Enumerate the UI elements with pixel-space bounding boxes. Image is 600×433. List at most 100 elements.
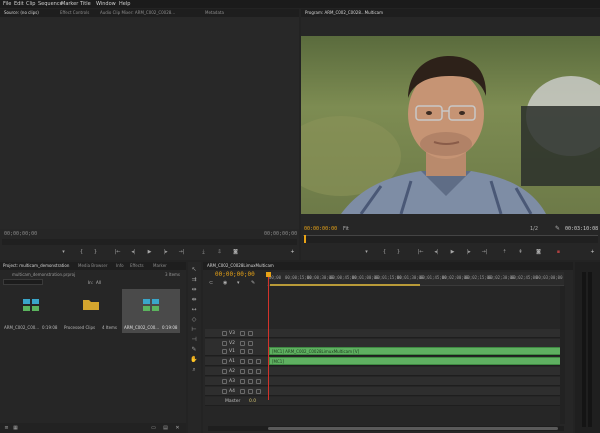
timeline-scrollbar[interactable] bbox=[208, 426, 564, 431]
work-area-bar[interactable] bbox=[270, 284, 420, 286]
prog-step-forward-icon[interactable]: |▸ bbox=[465, 249, 472, 255]
go-to-out-icon[interactable]: →| bbox=[178, 249, 185, 255]
lock-icon[interactable] bbox=[222, 359, 227, 364]
menu-file[interactable]: File bbox=[3, 1, 11, 7]
track-select-tool-icon[interactable]: ⇉ bbox=[190, 276, 198, 284]
add-button-icon[interactable]: + bbox=[289, 249, 296, 255]
timeline-timecode[interactable]: 00;00;00;00 bbox=[215, 271, 255, 278]
slip-tool-icon[interactable]: ⊢ bbox=[190, 326, 198, 334]
prog-go-in-icon[interactable]: |← bbox=[417, 249, 424, 255]
marker-icon[interactable]: ▾ bbox=[363, 249, 370, 255]
menu-help[interactable]: Help bbox=[119, 1, 130, 7]
prog-add-button-icon[interactable]: + bbox=[589, 249, 596, 255]
linked-selection-icon[interactable]: ◉ bbox=[223, 280, 227, 286]
ripple-edit-tool-icon[interactable]: ⇹ bbox=[190, 286, 198, 294]
lock-icon[interactable] bbox=[222, 369, 227, 374]
mark-in-button-icon[interactable]: { bbox=[78, 249, 85, 255]
project-item-multicam-1[interactable]: ARM_C002_C00... 0:19:08 bbox=[2, 289, 60, 333]
mute-icon[interactable] bbox=[248, 359, 253, 364]
tab-project[interactable]: Project: multicam_demonstration bbox=[3, 263, 69, 268]
sync-lock-icon[interactable] bbox=[240, 369, 245, 374]
program-video-frame[interactable] bbox=[301, 36, 600, 214]
eye-icon[interactable] bbox=[248, 349, 253, 354]
tab-info[interactable]: Info bbox=[116, 263, 124, 268]
tab-effects[interactable]: Effects bbox=[130, 263, 144, 268]
lock-icon[interactable] bbox=[222, 331, 227, 336]
step-forward-icon[interactable]: |▸ bbox=[162, 249, 169, 255]
lift-icon[interactable]: ⇡ bbox=[501, 249, 508, 255]
sync-lock-icon[interactable] bbox=[240, 349, 245, 354]
selection-tool-icon[interactable]: ↖ bbox=[190, 266, 198, 274]
lock-icon[interactable] bbox=[222, 379, 227, 384]
quality-dropdown[interactable]: 1/2 bbox=[530, 226, 538, 232]
solo-icon[interactable] bbox=[256, 369, 261, 374]
mute-icon[interactable] bbox=[248, 389, 253, 394]
prog-mark-in-icon[interactable]: { bbox=[381, 249, 388, 255]
go-to-in-icon[interactable]: |← bbox=[114, 249, 121, 255]
clear-icon[interactable]: ✕ bbox=[174, 425, 181, 431]
tab-markers[interactable]: Marker bbox=[153, 263, 167, 268]
step-back-icon[interactable]: ◂| bbox=[130, 249, 137, 255]
rate-stretch-tool-icon[interactable]: ↔ bbox=[190, 306, 198, 314]
rolling-edit-tool-icon[interactable]: ⇼ bbox=[190, 296, 198, 304]
solo-icon[interactable] bbox=[256, 359, 261, 364]
sync-lock-icon[interactable] bbox=[240, 379, 245, 384]
project-item-folder[interactable]: Processed Clips 4 Items bbox=[62, 289, 120, 333]
list-view-icon[interactable]: ≡ bbox=[3, 425, 10, 431]
eye-icon[interactable] bbox=[248, 341, 253, 346]
hand-tool-icon[interactable]: ✋ bbox=[190, 356, 198, 364]
program-timecode[interactable]: 00:00:00:00 bbox=[304, 226, 337, 232]
prog-go-out-icon[interactable]: →| bbox=[481, 249, 488, 255]
sync-lock-icon[interactable] bbox=[240, 389, 245, 394]
tab-media-browser[interactable]: Media Browser bbox=[78, 263, 108, 268]
tab-metadata[interactable]: Metadata bbox=[205, 10, 224, 15]
eye-icon[interactable] bbox=[248, 331, 253, 336]
clip-v1[interactable]: [MC1] ARM_C002_C0028LimuxMulticam [V] bbox=[269, 347, 565, 355]
source-timecode-in[interactable]: 00;00;00;00 bbox=[4, 231, 37, 237]
icon-view-icon[interactable]: ▦ bbox=[12, 425, 19, 431]
solo-icon[interactable] bbox=[256, 379, 261, 384]
export-frame-icon[interactable]: ◙ bbox=[232, 249, 239, 255]
lock-icon[interactable] bbox=[222, 341, 227, 346]
pen-tool-icon[interactable]: ✎ bbox=[190, 346, 198, 354]
new-bin-icon[interactable]: ▭ bbox=[150, 425, 157, 431]
menu-edit[interactable]: Edit bbox=[14, 1, 24, 7]
clip-a1[interactable]: [MC1] bbox=[269, 357, 565, 365]
master-volume[interactable]: 0.0 bbox=[249, 399, 256, 404]
program-scrub-bar[interactable] bbox=[303, 235, 598, 243]
timeline-scroll-thumb[interactable] bbox=[268, 427, 558, 430]
prog-play-icon[interactable]: ▶ bbox=[449, 249, 456, 255]
project-item-multicam-2[interactable]: ARM_C002_C00... 0:19:08 bbox=[122, 289, 180, 333]
snap-icon[interactable]: ⊂ bbox=[209, 280, 213, 286]
mute-icon[interactable] bbox=[248, 379, 253, 384]
menu-marker[interactable]: Marker bbox=[61, 1, 78, 7]
in-select[interactable]: All bbox=[96, 280, 101, 285]
sync-lock-icon[interactable] bbox=[240, 359, 245, 364]
menu-title[interactable]: Title bbox=[80, 1, 91, 7]
multicam-toggle-icon[interactable]: ▪ bbox=[555, 249, 562, 255]
menu-clip[interactable]: Clip bbox=[26, 1, 35, 7]
program-playhead[interactable] bbox=[304, 235, 306, 243]
new-item-icon[interactable]: ▤ bbox=[162, 425, 169, 431]
add-marker-icon[interactable]: ▾ bbox=[237, 280, 240, 286]
prog-step-back-icon[interactable]: ◂| bbox=[433, 249, 440, 255]
mark-in-icon[interactable]: ▾ bbox=[60, 249, 67, 255]
sync-lock-icon[interactable] bbox=[240, 341, 245, 346]
razor-tool-icon[interactable]: ◇ bbox=[190, 316, 198, 324]
timeline-playhead[interactable] bbox=[268, 276, 269, 400]
prog-mark-out-icon[interactable]: } bbox=[395, 249, 402, 255]
tab-program[interactable]: Program: ARM_C002_C0028...Multicam bbox=[305, 10, 383, 15]
tab-sequence[interactable]: ARM_C002_C0028LimuxMulticam bbox=[207, 263, 274, 268]
tab-audio-clip-mixer[interactable]: Audio Clip Mixer: ARM_C002_C0028... bbox=[100, 10, 175, 15]
timeline-vscrollbar[interactable] bbox=[560, 286, 565, 424]
fit-dropdown[interactable]: Fit bbox=[343, 226, 349, 232]
slide-tool-icon[interactable]: ⊣ bbox=[190, 336, 198, 344]
insert-icon[interactable]: ⤓ bbox=[200, 249, 207, 255]
source-viewer[interactable] bbox=[0, 17, 299, 229]
playhead-marker[interactable] bbox=[266, 272, 271, 277]
overwrite-icon[interactable]: ⇩ bbox=[216, 249, 223, 255]
lock-icon[interactable] bbox=[222, 389, 227, 394]
mark-out-button-icon[interactable]: } bbox=[92, 249, 99, 255]
tab-source[interactable]: Source: (no clips) bbox=[4, 10, 39, 15]
wrench-icon[interactable]: ✎ bbox=[555, 225, 560, 232]
